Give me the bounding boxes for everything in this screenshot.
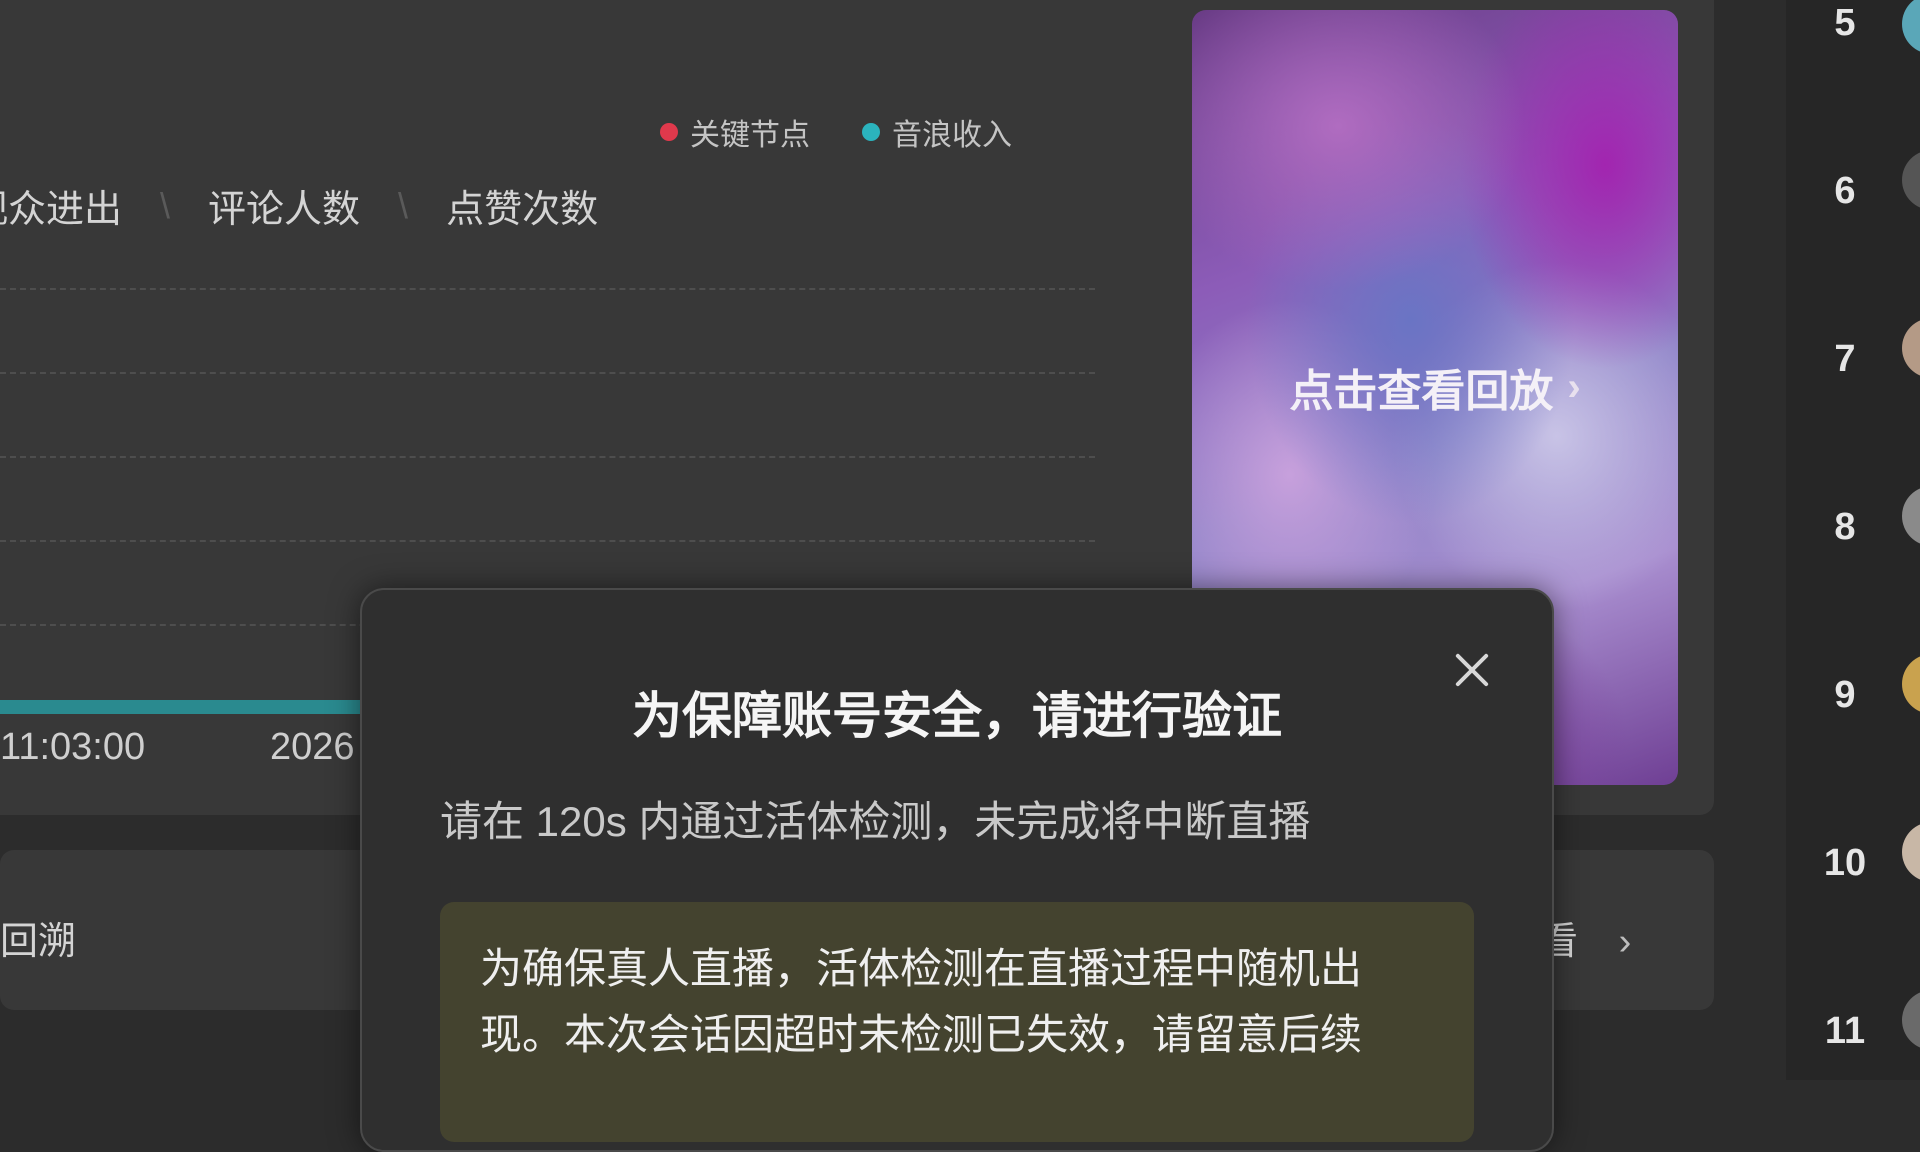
legend-item-income[interactable]: 音浪收入: [862, 110, 1012, 154]
grid-line: [0, 288, 1095, 290]
legend-item-key-node[interactable]: 关键节点: [660, 110, 810, 154]
teal-dot-icon: [862, 123, 880, 141]
chevron-right-icon: ›: [1567, 364, 1581, 409]
rank-number: 9: [1834, 674, 1856, 716]
rank-number: 5: [1834, 2, 1856, 44]
grid-line: [0, 456, 1095, 458]
legend-label: 关键节点: [690, 119, 810, 152]
tab-separator: \: [160, 184, 171, 226]
review-title: 回溯: [0, 921, 77, 963]
dialog-title: 为保障账号安全，请进行验证: [632, 688, 1282, 744]
notice-line: 现。本次会话因超时未检测已失效，请留意后续: [480, 1011, 1363, 1058]
notice-line: 为确保真人直播，活体检测在直播过程中随机出: [480, 945, 1363, 992]
grid-line: [0, 540, 1095, 542]
chart-legend: 关键节点 音浪收入: [660, 110, 1012, 154]
rank-number: 11: [1824, 1010, 1866, 1052]
replay-label: 点击查看回放: [1289, 367, 1554, 416]
tab-viewer-flow[interactable]: 观众进出: [0, 178, 122, 233]
dialog-notice: 为确保真人直播，活体检测在直播过程中随机出 现。本次会话因超时未检测已失效，请留…: [440, 902, 1474, 1142]
tab-like-count[interactable]: 点赞次数: [446, 178, 598, 233]
tab-comment-count[interactable]: 评论人数: [208, 178, 360, 233]
income-series-line: [0, 700, 360, 714]
verification-dialog: 为保障账号安全，请进行验证 请在 120s 内通过活体检测，未完成将中断直播 为…: [360, 588, 1554, 1152]
dialog-subtitle: 请在 120s 内通过活体检测，未完成将中断直播: [440, 798, 1311, 845]
rank-number: 10: [1823, 842, 1867, 884]
x-tick-label: 11:03:00: [0, 726, 146, 768]
rank-number: 7: [1834, 338, 1856, 380]
tab-separator: \: [398, 184, 409, 226]
legend-label: 音浪收入: [892, 119, 1012, 152]
grid-line: [0, 372, 1095, 374]
rank-number: 6: [1834, 170, 1856, 212]
chevron-right-icon: ›: [1618, 921, 1632, 963]
red-dot-icon: [660, 123, 678, 141]
replay-link[interactable]: 点击查看回放 ›: [1192, 355, 1678, 419]
rank-number: 8: [1834, 506, 1856, 548]
metric-tabs: 观众进出 \ 评论人数 \ 点赞次数: [0, 178, 598, 233]
close-icon[interactable]: [1452, 650, 1492, 690]
x-tick-label: 2026: [270, 726, 355, 768]
